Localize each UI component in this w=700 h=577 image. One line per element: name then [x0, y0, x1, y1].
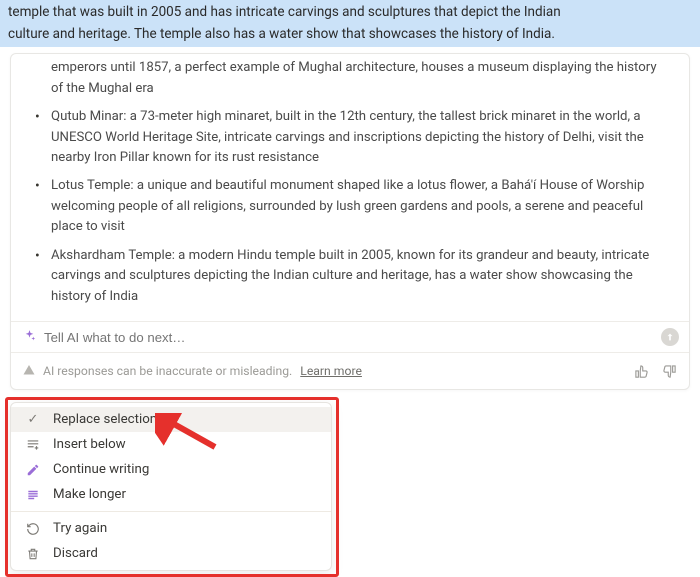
ai-action-menu: ✓ Replace selection Insert below Continu…: [10, 402, 332, 571]
check-icon: ✓: [25, 412, 41, 427]
highlighted-selection: temple that was built in 2005 and has in…: [0, 0, 700, 47]
ai-response-card: emperors until 1857, a perfect example o…: [10, 53, 690, 390]
thumbs-down-icon[interactable]: [659, 361, 679, 381]
menu-label: Continue writing: [53, 462, 149, 477]
send-icon[interactable]: [661, 328, 679, 346]
sparkle-icon: [23, 329, 36, 345]
menu-continue-writing[interactable]: Continue writing: [11, 457, 331, 482]
response-list: Qutub Minar: a 73-meter high minaret, bu…: [25, 107, 671, 307]
response-lead-fragment: emperors until 1857, a perfect example o…: [25, 58, 671, 99]
menu-label: Insert below: [53, 437, 126, 452]
ai-disclaimer-row: AI responses can be inaccurate or mislea…: [11, 352, 689, 389]
menu-label: Discard: [53, 546, 98, 561]
menu-label: Replace selection: [53, 412, 157, 427]
highlight-line-2: culture and heritage. The temple also ha…: [8, 24, 694, 46]
ai-instruction-input[interactable]: [44, 330, 653, 345]
warning-icon: [23, 364, 35, 379]
trash-icon: [25, 547, 41, 561]
pencil-icon: [25, 463, 41, 477]
menu-make-longer[interactable]: Make longer: [11, 482, 331, 507]
list-item: Lotus Temple: a unique and beautiful mon…: [25, 176, 671, 237]
highlight-line-1: temple that was built in 2005 and has in…: [8, 2, 694, 24]
menu-discard[interactable]: Discard: [11, 541, 331, 566]
menu-label: Try again: [53, 521, 107, 536]
menu-label: Make longer: [53, 487, 126, 502]
list-item: Akshardham Temple: a modern Hindu temple…: [25, 246, 671, 307]
menu-separator: [11, 511, 331, 512]
menu-insert-below[interactable]: Insert below: [11, 432, 331, 457]
insert-below-icon: [25, 438, 41, 452]
menu-try-again[interactable]: Try again: [11, 516, 331, 541]
disclaimer-text: AI responses can be inaccurate or mislea…: [43, 364, 292, 378]
ai-input-row: [11, 321, 689, 352]
ai-response-body[interactable]: emperors until 1857, a perfect example o…: [11, 54, 689, 321]
learn-more-link[interactable]: Learn more: [300, 364, 362, 378]
retry-icon: [25, 522, 41, 536]
menu-replace-selection[interactable]: ✓ Replace selection: [11, 407, 331, 432]
lines-icon: [25, 488, 41, 502]
list-item: Qutub Minar: a 73-meter high minaret, bu…: [25, 107, 671, 168]
thumbs-up-icon[interactable]: [631, 361, 651, 381]
